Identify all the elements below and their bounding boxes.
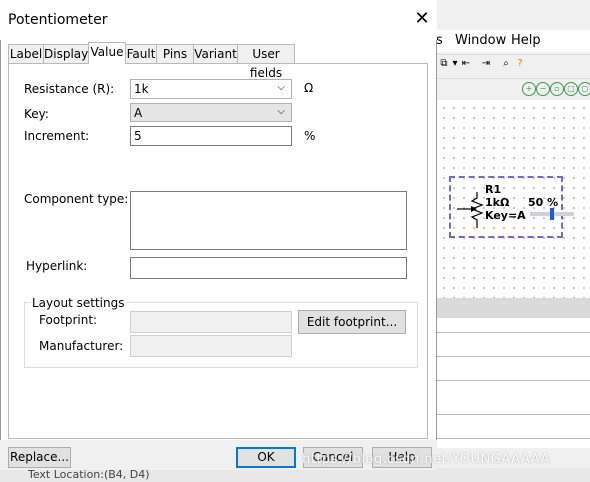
resistance-unit: Ω [304,81,314,95]
hyperlink-input[interactable] [130,257,407,279]
key-label: Key: [24,107,49,121]
zoom-in-icon[interactable]: + [522,82,536,96]
manufacturer-field [130,335,292,357]
tab-variant[interactable]: Variant [193,44,238,63]
background-panel-divider [436,298,590,318]
component-type-textarea[interactable] [130,191,407,250]
component-ref: R1 [485,183,502,196]
component-value: 1kΩ [485,196,510,209]
tab-label[interactable]: Label [8,44,44,63]
watermark-text: https://blog.csdn.net/YOUNGAAAAA [302,452,550,467]
menu-item-partial[interactable]: s [436,33,443,48]
tab-display[interactable]: Display [43,44,89,63]
footprint-field [130,311,292,333]
zoom-page-icon[interactable]: □ [564,82,578,96]
layout-settings-legend: Layout settings [30,296,127,310]
resistance-combobox[interactable]: 1k ⌵ [130,79,292,99]
tab-fault[interactable]: Fault [125,44,157,63]
component-key: Key=A [485,209,526,222]
key-value: A [134,106,143,120]
footprint-label: Footprint: [39,313,98,327]
component-type-label: Component type: [24,192,129,206]
component-slider-thumb[interactable] [550,208,554,220]
background-panel [436,318,590,448]
increment-label: Increment: [24,129,90,143]
increment-unit: % [304,129,316,143]
help-icon[interactable]: ? [514,58,526,70]
dialog-title: Potentiometer [8,12,108,28]
menu-item-help[interactable]: Help [511,33,541,48]
nav-forward-icon[interactable]: ⇥ [480,58,492,70]
manufacturer-label: Manufacturer: [39,339,124,353]
chevron-down-icon: ⌵ [277,106,285,117]
increment-input[interactable]: 5 [130,126,292,146]
ok-button[interactable]: OK [236,447,296,468]
hyperlink-label: Hyperlink: [26,259,88,273]
menu-item-window[interactable]: Window [455,33,506,48]
resistance-value: 1k [134,82,149,96]
tab-pins[interactable]: Pins [156,44,194,63]
replace-button[interactable]: Replace... [8,447,71,468]
potentiometer-symbol-icon [457,192,484,228]
key-select[interactable]: A ⌵ [130,103,292,122]
chevron-down-icon: ⌵ [277,82,285,93]
tab-user-fields[interactable]: User fields [237,44,295,80]
resistance-label: Resistance (R): [24,82,115,96]
zoom-out-icon[interactable]: − [536,82,550,96]
edit-footprint-button[interactable]: Edit footprint... [298,310,406,334]
zoom-area-icon[interactable]: ▫ [550,82,564,96]
zoom-icon[interactable]: ⌕ [500,58,512,70]
status-bar: Text Location:(B4, D4) [0,468,590,482]
nav-back-icon[interactable]: ⇤ [460,58,472,70]
zoom-fit-icon[interactable]: ◻ [578,82,590,96]
close-icon[interactable]: ✕ [412,9,432,29]
tab-value[interactable]: Value [88,42,126,64]
